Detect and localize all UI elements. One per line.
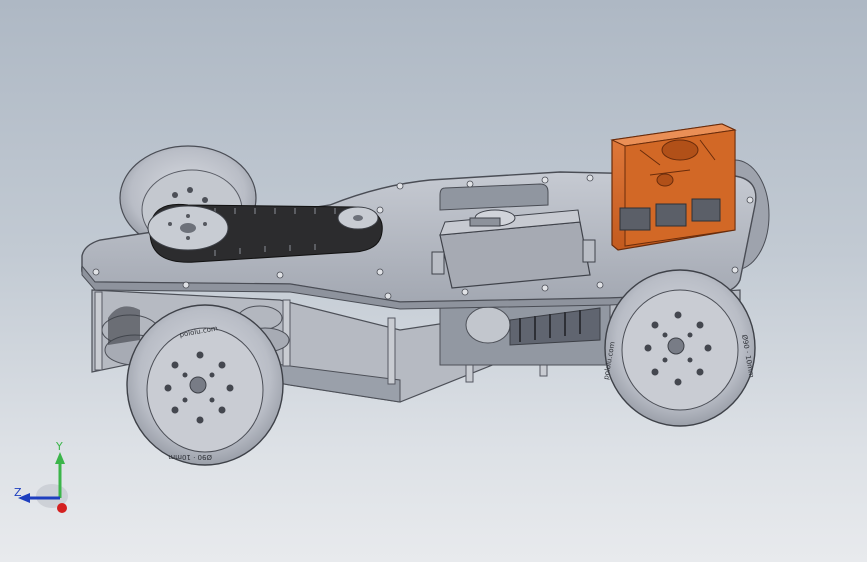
drive-gear-area (439, 304, 611, 366)
z-axis-label: Z (14, 486, 22, 499)
rear-wheel-hub-text: Ø90 · 10mm (168, 453, 212, 461)
robot-car-model[interactable]: pololu.com Ø90 · 10mm pololu.com Ø90 · 1… (0, 0, 867, 562)
y-axis-label: Y (55, 440, 63, 453)
y-axis-arrow-icon (55, 452, 65, 464)
coordinate-triad: Y Z (14, 440, 68, 513)
controller-board (610, 123, 737, 251)
cad-viewport[interactable]: pololu.com Ø90 · 10mm pololu.com Ø90 · 1… (0, 0, 867, 562)
rear-wheel: pololu.com Ø90 · 10mm (126, 304, 284, 466)
servo-motor (431, 209, 596, 289)
x-axis-dot-icon (57, 503, 67, 513)
